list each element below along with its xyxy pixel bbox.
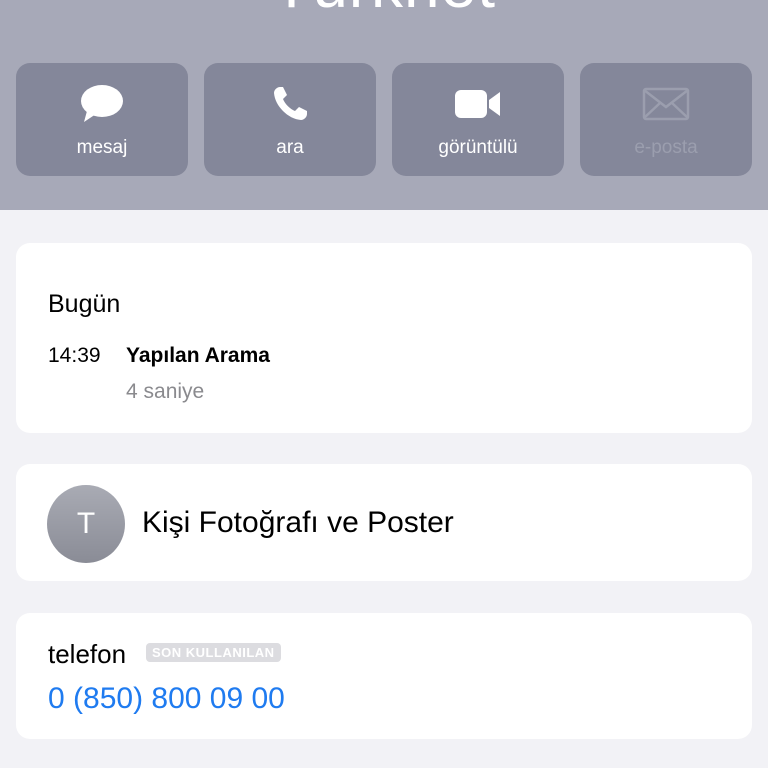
phone-icon [270,83,310,125]
video-call-button-label: görüntülü [438,137,518,158]
message-button-label: mesaj [76,137,128,158]
phone-card: telefon SON KULLANILAN 0 (850) 800 09 00 [16,613,752,739]
contact-name: Türknet [0,0,768,22]
message-bubble-icon [79,83,125,125]
call-button-label: ara [276,137,304,158]
call-time: 14:39 [48,344,101,367]
call-duration: 4 saniye [126,380,205,403]
mail-icon [642,83,690,125]
video-camera-icon [453,83,503,125]
contact-photo-poster-row[interactable]: T Kişi Fotoğrafı ve Poster [16,464,752,581]
call-button[interactable]: ara [204,63,376,176]
email-button-label: e-posta [634,137,698,158]
phone-number-link[interactable]: 0 (850) 800 09 00 [48,682,285,716]
call-type: Yapılan Arama [126,344,270,367]
phone-label: telefon [48,639,127,669]
recents-day-heading: Bugün [48,290,121,318]
recently-used-badge: SON KULLANILAN [146,643,281,662]
contact-photo-poster-label: Kişi Fotoğrafı ve Poster [142,506,454,539]
video-call-button[interactable]: görüntülü [392,63,564,176]
message-button[interactable]: mesaj [16,63,188,176]
contact-header: Türknet mesaj ara görüntülü [0,0,768,210]
recent-calls-card: Bugün 14:39 Yapılan Arama 4 saniye [16,243,752,433]
email-button[interactable]: e-posta [580,63,752,176]
avatar: T [47,485,125,563]
